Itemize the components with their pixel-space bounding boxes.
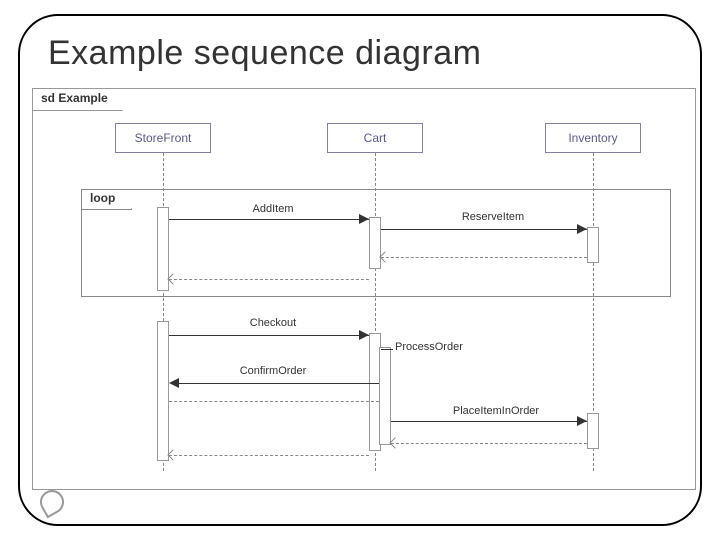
msg-line-additem (169, 219, 369, 220)
arrow-icon (169, 378, 179, 388)
slide-canvas: Example sequence diagram sd Example Stor… (0, 0, 720, 540)
return-line (381, 257, 587, 258)
msg-line-placeitem (391, 421, 587, 422)
arrow-icon (577, 224, 587, 234)
sd-frame: sd Example StoreFront Cart Inventory loo… (32, 88, 696, 490)
msg-line-reserveitem (381, 229, 587, 230)
sd-frame-label: sd Example (33, 89, 123, 111)
arrow-icon (577, 416, 587, 426)
msg-line-checkout (169, 335, 369, 336)
return-line (169, 401, 379, 402)
arrow-icon (359, 330, 369, 340)
return-line (391, 443, 587, 444)
activation-cart-process (379, 347, 391, 445)
activation-storefront-checkout (157, 321, 169, 461)
msg-line-processorder (381, 349, 393, 350)
activation-inventory-place (587, 413, 599, 449)
arrow-open-icon (167, 449, 178, 460)
sequence-diagram: sd Example StoreFront Cart Inventory loo… (32, 88, 696, 516)
return-line (169, 455, 369, 456)
loop-label: loop (82, 190, 132, 210)
msg-label-additem: AddItem (213, 203, 333, 215)
slide-title: Example sequence diagram (48, 34, 481, 73)
arrow-open-icon (389, 437, 400, 448)
activation-cart-loop (369, 217, 381, 269)
msg-line-confirmorder (179, 383, 379, 384)
msg-label-checkout: Checkout (213, 317, 333, 329)
msg-label-confirmorder: ConfirmOrder (213, 365, 333, 377)
activation-inventory-loop (587, 227, 599, 263)
msg-label-reserveitem: ReserveItem (433, 211, 553, 223)
arrow-icon (359, 214, 369, 224)
lifeline-storefront: StoreFront (115, 123, 211, 153)
lifeline-inventory: Inventory (545, 123, 641, 153)
msg-label-processorder: ProcessOrder (395, 341, 505, 353)
msg-label-placeitem: PlaceItemInOrder (431, 405, 561, 417)
lifeline-cart: Cart (327, 123, 423, 153)
return-line (169, 279, 369, 280)
